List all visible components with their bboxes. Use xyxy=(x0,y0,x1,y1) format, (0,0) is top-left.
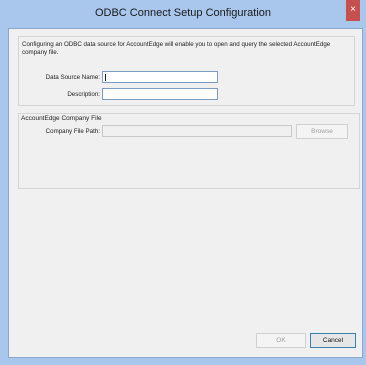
company-file-path-label: Company File Path: xyxy=(45,128,100,135)
dialog-window: ODBC Connect Setup Configuration × Confi… xyxy=(0,0,366,365)
close-icon: × xyxy=(350,4,356,15)
data-source-name-field[interactable] xyxy=(102,71,218,83)
company-file-path-field xyxy=(102,125,292,137)
company-file-section-title: AccountEdge Company File xyxy=(21,115,102,122)
description-label: Description: xyxy=(67,91,100,98)
title-bar[interactable]: ODBC Connect Setup Configuration × xyxy=(0,0,366,28)
text-caret xyxy=(105,74,106,81)
data-source-name-label: Data Source Name: xyxy=(45,74,100,81)
ok-button: OK xyxy=(256,333,306,348)
close-button[interactable]: × xyxy=(346,0,360,21)
description-field[interactable] xyxy=(102,88,218,100)
intro-text: Configuring an ODBC data source for Acco… xyxy=(22,41,331,56)
cancel-button[interactable]: Cancel xyxy=(310,333,356,348)
browse-button: Browse xyxy=(296,124,348,139)
window-title: ODBC Connect Setup Configuration xyxy=(94,7,272,19)
